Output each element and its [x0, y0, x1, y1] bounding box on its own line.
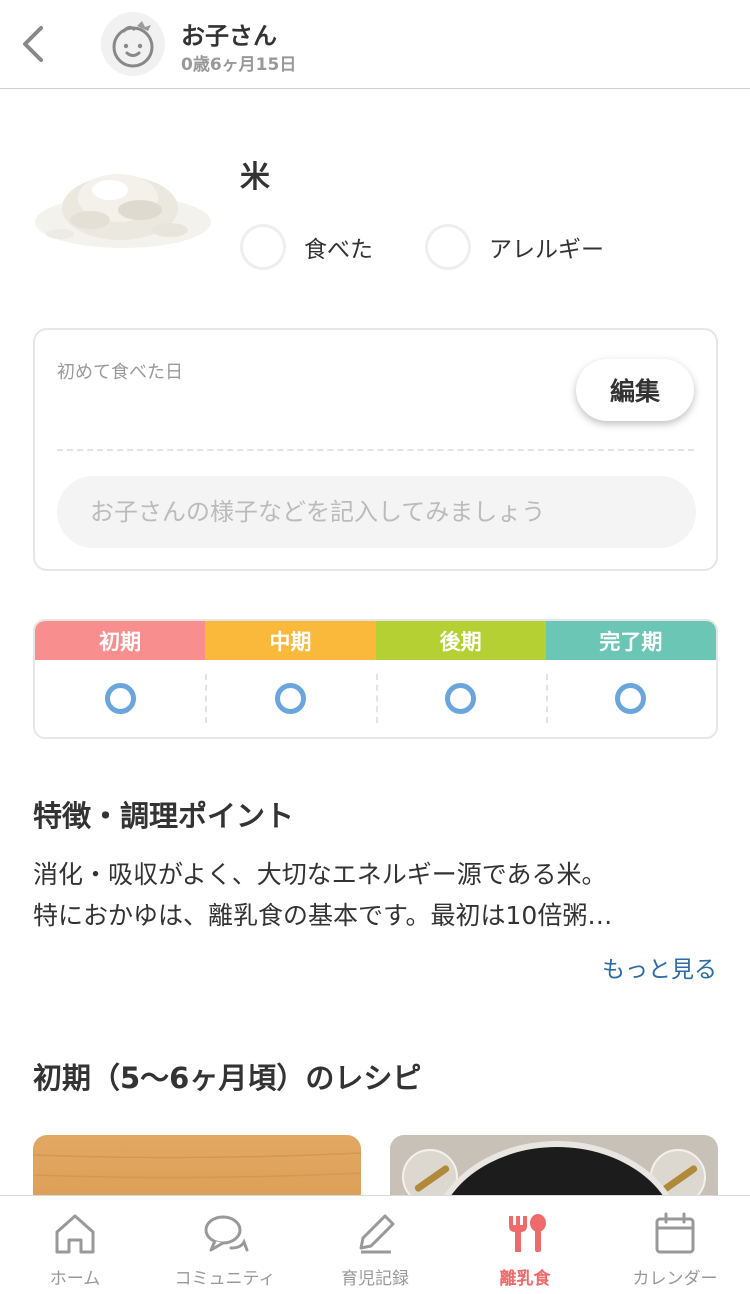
memo-input[interactable]	[57, 476, 696, 548]
tab-home[interactable]: ホーム	[0, 1196, 150, 1294]
stage-cell	[545, 660, 716, 737]
child-age: 0歳6ヶ月15日	[181, 55, 297, 75]
stage-complete: 完了期	[545, 621, 716, 737]
chat-bubbles-icon	[204, 1215, 249, 1252]
stage-header: 完了期	[545, 621, 716, 660]
feature-line: 特におかゆは、離乳食の基本です。最初は10倍粥…	[33, 901, 613, 930]
tab-label: カレンダー	[632, 1269, 718, 1289]
first-eaten-card: 初めて食べた日 編集	[33, 328, 718, 571]
allergy-checkbox[interactable]: アレルギー	[425, 224, 604, 270]
show-more-link[interactable]: もっと見る	[602, 950, 717, 984]
feature-line: 消化・吸収がよく、大切なエネルギー源である米。	[33, 860, 607, 889]
baby-face-icon	[112, 21, 154, 68]
pencil-icon	[359, 1214, 395, 1254]
tab-label: 育児記録	[341, 1269, 409, 1289]
feature-text: 消化・吸収がよく、大切なエネルギー源である米。 特におかゆは、離乳食の基本です。…	[33, 854, 723, 936]
allergy-checkbox-ring[interactable]	[425, 224, 471, 270]
fork-spoon-icon	[509, 1214, 546, 1252]
stage-cell	[35, 660, 205, 737]
stage-cell	[375, 660, 546, 737]
edit-button[interactable]: 編集	[576, 359, 694, 421]
tab-calendar[interactable]: カレンダー	[600, 1196, 750, 1294]
chevron-left-icon	[23, 26, 43, 62]
back-button[interactable]	[14, 22, 50, 66]
stage-table: 初期 中期 後期 完了期	[33, 619, 718, 739]
child-name: お子さん	[181, 22, 277, 50]
circle-mark-icon	[445, 683, 477, 714]
divider	[57, 449, 694, 451]
stage-cell	[205, 660, 375, 737]
rice-image	[35, 174, 211, 248]
eaten-label: 食べた	[304, 237, 373, 263]
food-name: 米	[240, 160, 270, 195]
circle-mark-icon	[615, 683, 647, 714]
calendar-icon	[655, 1212, 695, 1254]
stage-late: 後期	[375, 621, 546, 737]
tab-label: ホーム	[49, 1269, 101, 1289]
eaten-checkbox[interactable]: 食べた	[240, 224, 373, 270]
feature-title: 特徴・調理ポイント	[33, 799, 295, 833]
stage-header: 中期	[205, 621, 376, 660]
child-avatar[interactable]	[101, 12, 165, 76]
tab-records[interactable]: 育児記録	[300, 1196, 450, 1294]
eaten-checkbox-ring[interactable]	[240, 224, 286, 270]
stage-early: 初期	[35, 621, 206, 737]
circle-mark-icon	[104, 683, 136, 714]
top-bar: お子さん 0歳6ヶ月15日	[0, 0, 750, 89]
allergy-label: アレルギー	[489, 237, 604, 263]
first-eaten-title: 初めて食べた日	[57, 362, 183, 383]
stage-header: 初期	[35, 621, 206, 660]
home-icon	[55, 1214, 95, 1254]
recipe-section-title: 初期（5〜6ヶ月頃）のレシピ	[33, 1061, 422, 1095]
tab-label: コミュニティ	[174, 1269, 276, 1289]
stage-middle: 中期	[205, 621, 376, 737]
stage-header: 後期	[375, 621, 546, 660]
tab-baby-food[interactable]: 離乳食	[450, 1196, 600, 1294]
circle-mark-icon	[274, 683, 306, 714]
tab-community[interactable]: コミュニティ	[150, 1196, 300, 1294]
tab-label: 離乳食	[499, 1269, 551, 1289]
bottom-tab-bar: ホーム コミュニティ 育児記録 離乳食 カレンダー	[0, 1195, 750, 1294]
